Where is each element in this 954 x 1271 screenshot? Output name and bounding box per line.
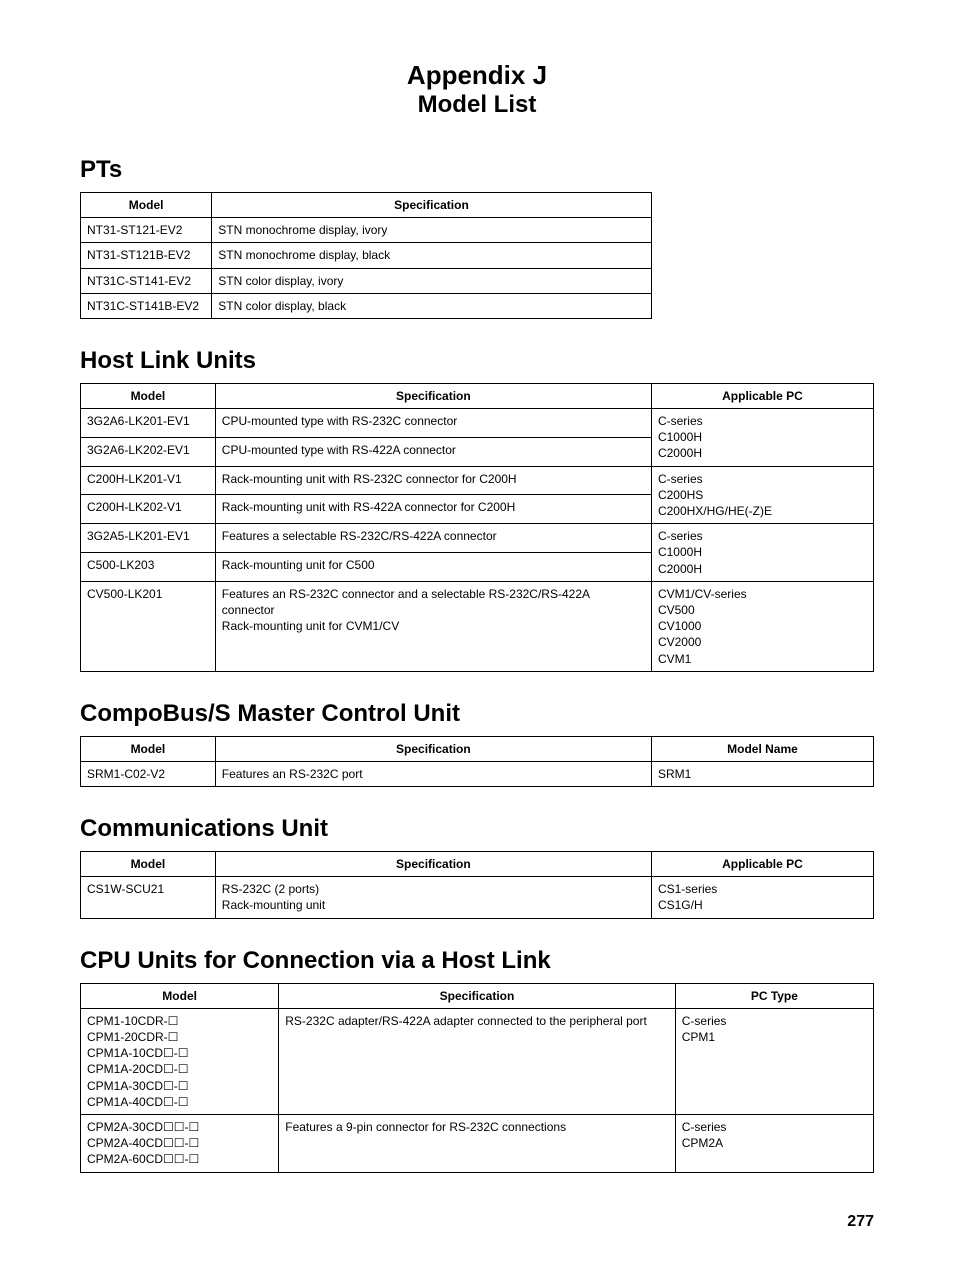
section-heading-pts: PTs — [80, 156, 874, 184]
table-row: NT31-ST121-EV2STN monochrome display, iv… — [81, 218, 652, 243]
col-name: Model Name — [651, 736, 873, 761]
col-model: Model — [81, 852, 216, 877]
cell-model: C200H-LK201-V1 — [81, 466, 216, 495]
cell-pc: C-series CPM1 — [675, 1008, 873, 1114]
cell-pc: C-series CPM2A — [675, 1114, 873, 1172]
cell-model: 3G2A6-LK202-EV1 — [81, 437, 216, 466]
col-spec: Specification — [215, 383, 651, 408]
cell-spec: Features an RS-232C connector and a sele… — [215, 581, 651, 671]
cell-model: 3G2A6-LK201-EV1 — [81, 409, 216, 438]
table-row: NT31C-ST141-EV2STN color display, ivory — [81, 268, 652, 293]
title-block: Appendix J Model List — [80, 60, 874, 120]
table-hostlink: Model Specification Applicable PC 3G2A6-… — [80, 383, 874, 672]
subtitle: Model List — [80, 91, 874, 120]
col-spec: Specification — [212, 192, 651, 217]
table-comm: Model Specification Applicable PC CS1W-S… — [80, 851, 874, 919]
cell-model: NT31C-ST141B-EV2 — [81, 293, 212, 318]
page-number: 277 — [80, 1213, 874, 1231]
section-heading-compobus: CompoBus/S Master Control Unit — [80, 700, 874, 728]
table-row: SRM1-C02-V2 Features an RS-232C port SRM… — [81, 761, 874, 786]
col-model: Model — [81, 192, 212, 217]
table-row: CV500-LK201Features an RS-232C connector… — [81, 581, 874, 671]
cell-model: CS1W-SCU21 — [81, 877, 216, 918]
cell-spec: STN monochrome display, ivory — [212, 218, 651, 243]
table-cpu: Model Specification PC Type CPM1-10CDR-☐… — [80, 983, 874, 1173]
col-spec: Specification — [215, 736, 651, 761]
appendix-title: Appendix J — [80, 60, 874, 91]
cell-spec: Features a selectable RS-232C/RS-422A co… — [215, 524, 651, 553]
cell-spec: STN color display, ivory — [212, 268, 651, 293]
table-row: CPM2A-30CD☐☐-☐ CPM2A-40CD☐☐-☐ CPM2A-60CD… — [81, 1114, 874, 1172]
cell-model: C500-LK203 — [81, 553, 216, 582]
cell-pc: C-series C200HS C200HX/HG/HE(-Z)E — [651, 466, 873, 524]
cell-spec: Rack-mounting unit with RS-232C connecto… — [215, 466, 651, 495]
table-row: NT31-ST121B-EV2STN monochrome display, b… — [81, 243, 652, 268]
col-pc: Applicable PC — [651, 383, 873, 408]
cell-spec: Features an RS-232C port — [215, 761, 651, 786]
table-row: C200H-LK201-V1Rack-mounting unit with RS… — [81, 466, 874, 495]
cell-model: CV500-LK201 — [81, 581, 216, 671]
table-row: CS1W-SCU21 RS-232C (2 ports) Rack-mounti… — [81, 877, 874, 918]
col-spec: Specification — [279, 983, 676, 1008]
cell-model: SRM1-C02-V2 — [81, 761, 216, 786]
cell-model: NT31-ST121B-EV2 — [81, 243, 212, 268]
table-row: 3G2A6-LK201-EV1CPU-mounted type with RS-… — [81, 409, 874, 438]
cell-spec: STN monochrome display, black — [212, 243, 651, 268]
col-spec: Specification — [215, 852, 651, 877]
section-heading-hostlink: Host Link Units — [80, 347, 874, 375]
cell-model: C200H-LK202-V1 — [81, 495, 216, 524]
section-heading-comm: Communications Unit — [80, 815, 874, 843]
cell-model: CPM1-10CDR-☐ CPM1-20CDR-☐ CPM1A-10CD☐-☐ … — [81, 1008, 279, 1114]
table-row: CPM1-10CDR-☐ CPM1-20CDR-☐ CPM1A-10CD☐-☐ … — [81, 1008, 874, 1114]
cell-model: NT31C-ST141-EV2 — [81, 268, 212, 293]
cell-spec: CPU-mounted type with RS-232C connector — [215, 409, 651, 438]
cell-spec: RS-232C (2 ports) Rack-mounting unit — [215, 877, 651, 918]
col-pc: Applicable PC — [651, 852, 873, 877]
col-model: Model — [81, 736, 216, 761]
table-compobus: Model Specification Model Name SRM1-C02-… — [80, 736, 874, 787]
cell-spec: CPU-mounted type with RS-422A connector — [215, 437, 651, 466]
cell-pc: CVM1/CV-series CV500 CV1000 CV2000 CVM1 — [651, 581, 873, 671]
table-row: 3G2A5-LK201-EV1Features a selectable RS-… — [81, 524, 874, 553]
cell-model: 3G2A5-LK201-EV1 — [81, 524, 216, 553]
cell-pc: C-series C1000H C2000H — [651, 524, 873, 582]
cell-spec: Rack-mounting unit with RS-422A connecto… — [215, 495, 651, 524]
table-pts: Model Specification NT31-ST121-EV2STN mo… — [80, 192, 652, 319]
section-heading-cpu: CPU Units for Connection via a Host Link — [80, 947, 874, 975]
cell-spec: STN color display, black — [212, 293, 651, 318]
cell-spec: RS-232C adapter/RS-422A adapter connecte… — [279, 1008, 676, 1114]
cell-spec: Rack-mounting unit for C500 — [215, 553, 651, 582]
cell-pc: C-series C1000H C2000H — [651, 409, 873, 467]
cell-model: NT31-ST121-EV2 — [81, 218, 212, 243]
cell-pc: CS1-series CS1G/H — [651, 877, 873, 918]
cell-spec: Features a 9-pin connector for RS-232C c… — [279, 1114, 676, 1172]
col-model: Model — [81, 983, 279, 1008]
col-pc: PC Type — [675, 983, 873, 1008]
table-row: NT31C-ST141B-EV2STN color display, black — [81, 293, 652, 318]
cell-model: CPM2A-30CD☐☐-☐ CPM2A-40CD☐☐-☐ CPM2A-60CD… — [81, 1114, 279, 1172]
cell-name: SRM1 — [651, 761, 873, 786]
col-model: Model — [81, 383, 216, 408]
